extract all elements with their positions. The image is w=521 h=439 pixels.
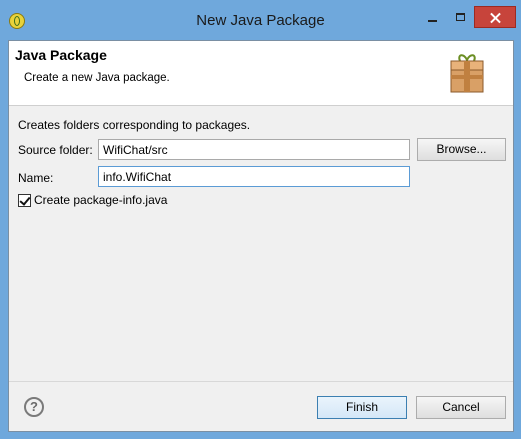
create-package-info-label[interactable]: Create package-info.java (34, 193, 167, 207)
minimize-button[interactable] (418, 8, 448, 30)
new-java-package-window: New Java Package Java Package Create a n… (0, 0, 521, 439)
name-label: Name: (18, 171, 54, 185)
cancel-button[interactable]: Cancel (416, 396, 506, 419)
title-bar[interactable]: New Java Package (0, 0, 521, 40)
finish-button[interactable]: Finish (317, 396, 407, 419)
source-folder-field[interactable] (98, 139, 410, 160)
banner-description: Create a new Java package. (24, 72, 170, 84)
source-folder-label: Source folder: (18, 143, 93, 157)
dialog-body: Java Package Create a new Java package. … (8, 40, 514, 432)
form-description: Creates folders corresponding to package… (18, 118, 251, 132)
banner-title: Java Package (15, 47, 107, 63)
header-banner: Java Package Create a new Java package. (9, 41, 513, 106)
close-button[interactable] (474, 6, 516, 28)
browse-button[interactable]: Browse... (417, 138, 506, 161)
maximize-button[interactable] (448, 8, 474, 30)
footer-divider (9, 381, 513, 382)
package-icon (450, 54, 484, 93)
package-name-field[interactable] (98, 166, 410, 187)
create-package-info-checkbox[interactable] (18, 194, 31, 207)
help-icon[interactable]: ? (24, 397, 44, 417)
